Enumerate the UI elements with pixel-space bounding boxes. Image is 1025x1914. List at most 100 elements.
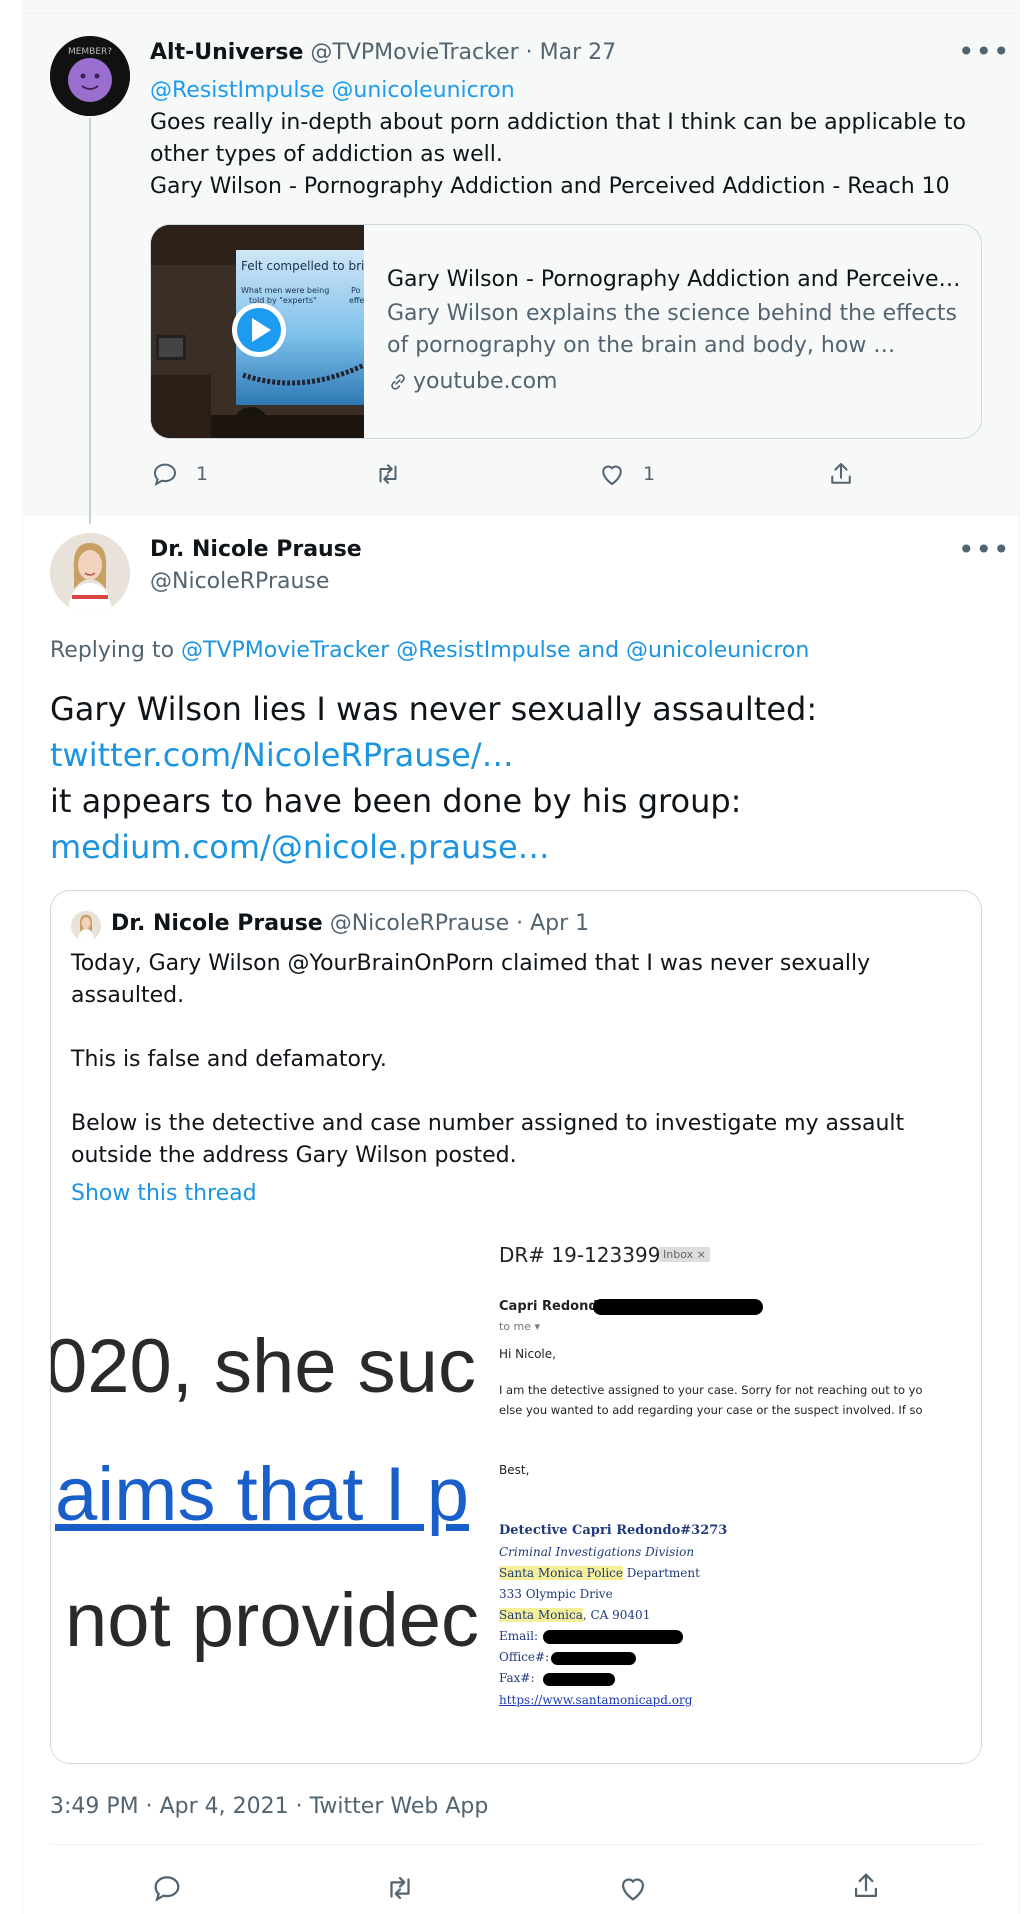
- handle-and-date[interactable]: @TVPMovieTracker · Mar 27: [310, 40, 616, 65]
- avatar-badge-text: MEMBER?: [68, 47, 112, 57]
- quoted-text-line: outside the address Gary Wilson posted.: [71, 1143, 517, 1168]
- card-description: Gary Wilson explains the science behind …: [387, 301, 958, 326]
- slide-title: Felt compelled to brin: [241, 259, 364, 273]
- card-description: of pornography on the brain and body, ho…: [387, 333, 896, 358]
- share-button[interactable]: [849, 1869, 883, 1903]
- lecture-photo: Felt compelled to brin What men were bei…: [151, 225, 364, 438]
- blurred-text: 020, she suc: [51, 1324, 476, 1409]
- heart-icon: [602, 465, 622, 486]
- tweet-text-line: Gary Wilson lies I was never sexually as…: [50, 690, 818, 728]
- quoted-text-line: assaulted.: [71, 983, 185, 1008]
- email-subject: DR# 19-123399: [499, 1243, 661, 1267]
- parent-text-line: Goes really in-depth about porn addictio…: [150, 110, 966, 135]
- signature-email-label: Email:: [499, 1629, 539, 1643]
- signature-office-label: Office#:: [499, 1650, 550, 1664]
- inbox-badge: Inbox ×: [659, 1247, 710, 1262]
- blurred-link-text: aims that I p: [55, 1452, 469, 1537]
- quoted-display-name: Dr. Nicole Prause: [111, 911, 323, 936]
- email-closing: Best,: [499, 1463, 530, 1477]
- quoted-avatar: [71, 911, 101, 941]
- redaction-mark: [543, 1673, 615, 1686]
- nicole-prause-avatar[interactable]: [50, 533, 130, 613]
- like-button[interactable]: 1: [597, 459, 655, 489]
- reply-button[interactable]: [150, 1871, 184, 1905]
- signature-name: Detective Capri Redondo#3273: [499, 1523, 728, 1538]
- tweet-text-line: it appears to have been done by his grou…: [50, 782, 742, 820]
- quoted-image-email[interactable]: DR# 19-123399 Inbox × Capri Redondo to m…: [481, 1223, 981, 1763]
- twitter-thread-page: MEMBER? Alt-Universe @TVPMovieTracker · …: [0, 0, 1025, 1914]
- email-greeting: Hi Nicole,: [499, 1347, 556, 1361]
- replying-to-users[interactable]: @TVPMovieTracker @ResistImpulse and @uni…: [181, 638, 809, 663]
- video-thumbnail[interactable]: Felt compelled to brin What men were bei…: [151, 225, 364, 438]
- signature-city: Santa Monica, CA 90401: [499, 1608, 650, 1622]
- signature-fax-label: Fax#:: [499, 1671, 535, 1685]
- quoted-text-line: Below is the detective and case number a…: [71, 1111, 905, 1136]
- email-body: I am the detective assigned to your case…: [499, 1383, 923, 1397]
- like-count: 1: [643, 463, 656, 485]
- reply-icon: [154, 1876, 180, 1902]
- like-button[interactable]: [616, 1871, 650, 1905]
- heart-icon: [621, 1878, 645, 1901]
- handle[interactable]: @NicoleRPrause: [150, 569, 329, 594]
- quoted-text-line: This is false and defamatory.: [71, 1047, 387, 1072]
- previous-tweet-edge: [22, 0, 1020, 14]
- redaction-mark: [543, 1630, 683, 1644]
- avatar-image: [50, 533, 130, 613]
- card-domain[interactable]: youtube.com: [387, 369, 557, 394]
- quoted-image-left[interactable]: 020, she suc aims that I p not providec: [51, 1223, 481, 1763]
- signature-department-rest: Department: [622, 1566, 700, 1580]
- slide-subtitle: Po: [351, 286, 361, 295]
- retweet-button[interactable]: [383, 1871, 417, 1905]
- thread-connector-line: [89, 118, 91, 524]
- share-icon: [854, 1873, 878, 1898]
- retweet-icon: [379, 464, 397, 484]
- display-name[interactable]: Alt-Universe: [150, 40, 303, 65]
- reply-count: 1: [196, 463, 209, 485]
- avatar-image: MEMBER?: [50, 36, 130, 116]
- card-title[interactable]: Gary Wilson - Pornography Addiction and …: [387, 267, 960, 292]
- avatar-image: [71, 911, 101, 941]
- signature-city-rest: , CA 90401: [582, 1608, 651, 1622]
- reply-button[interactable]: 1: [150, 459, 208, 489]
- more-options-icon[interactable]: •••: [958, 38, 1011, 66]
- youtube-link-card[interactable]: Felt compelled to brin What men were bei…: [150, 224, 982, 439]
- parent-tweet-header: Alt-Universe @TVPMovieTracker · Mar 27: [150, 40, 616, 65]
- highlighted-text: Santa Monica: [499, 1608, 583, 1622]
- display-name[interactable]: Dr. Nicole Prause: [150, 537, 362, 562]
- quoted-handle-date: @NicoleRPrause · Apr 1: [329, 911, 590, 936]
- card-domain-text: youtube.com: [413, 369, 558, 394]
- retweet-icon: [390, 1876, 410, 1900]
- slide-subtitle: What men were being: [241, 286, 329, 295]
- retweet-button[interactable]: [373, 459, 403, 489]
- email-sender: Capri Redondo: [499, 1299, 607, 1314]
- slide-subtitle: effe: [349, 296, 364, 305]
- more-options-icon[interactable]: •••: [958, 536, 1011, 564]
- tweet-link[interactable]: twitter.com/NicoleRPrause/…: [50, 736, 514, 774]
- tweet-link[interactable]: medium.com/@nicole.prause…: [50, 828, 550, 866]
- email-to: to me ▾: [499, 1320, 541, 1333]
- highlighted-text: Santa Monica Police: [499, 1566, 623, 1580]
- replying-to-label: Replying to: [50, 638, 182, 663]
- tweet-timestamp[interactable]: 3:49 PM · Apr 4, 2021 · Twitter Web App: [50, 1794, 488, 1819]
- quoted-text-line: Today, Gary Wilson @YourBrainOnPorn clai…: [71, 951, 871, 976]
- parent-text-line: Gary Wilson - Pornography Addiction and …: [150, 174, 950, 199]
- reply-icon: [153, 463, 177, 487]
- show-thread-link[interactable]: Show this thread: [71, 1181, 257, 1206]
- slide-subtitle: told by "experts": [249, 296, 317, 305]
- share-icon: [831, 463, 851, 484]
- redaction-mark: [551, 1652, 636, 1665]
- signature-address: 333 Olympic Drive: [499, 1587, 613, 1601]
- parent-mentions[interactable]: @ResistImpulse @unicoleunicron: [150, 78, 515, 103]
- signature-url: https://www.santamonicapd.org: [499, 1693, 693, 1707]
- redaction-mark: [593, 1299, 763, 1315]
- share-button[interactable]: [826, 459, 856, 489]
- signature-department: Santa Monica Police Department: [499, 1566, 700, 1580]
- replying-to: Replying to @TVPMovieTracker @ResistImpu…: [50, 638, 809, 663]
- divider: [50, 1844, 982, 1845]
- quoted-tweet[interactable]: Dr. Nicole Prause @NicoleRPrause · Apr 1…: [50, 890, 982, 1764]
- alt-universe-avatar[interactable]: MEMBER?: [50, 36, 130, 116]
- email-body: else you wanted to add regarding your ca…: [499, 1403, 923, 1417]
- signature-division: Criminal Investigations Division: [499, 1545, 695, 1559]
- link-icon: [391, 373, 405, 390]
- quoted-header: Dr. Nicole Prause @NicoleRPrause · Apr 1: [111, 911, 589, 936]
